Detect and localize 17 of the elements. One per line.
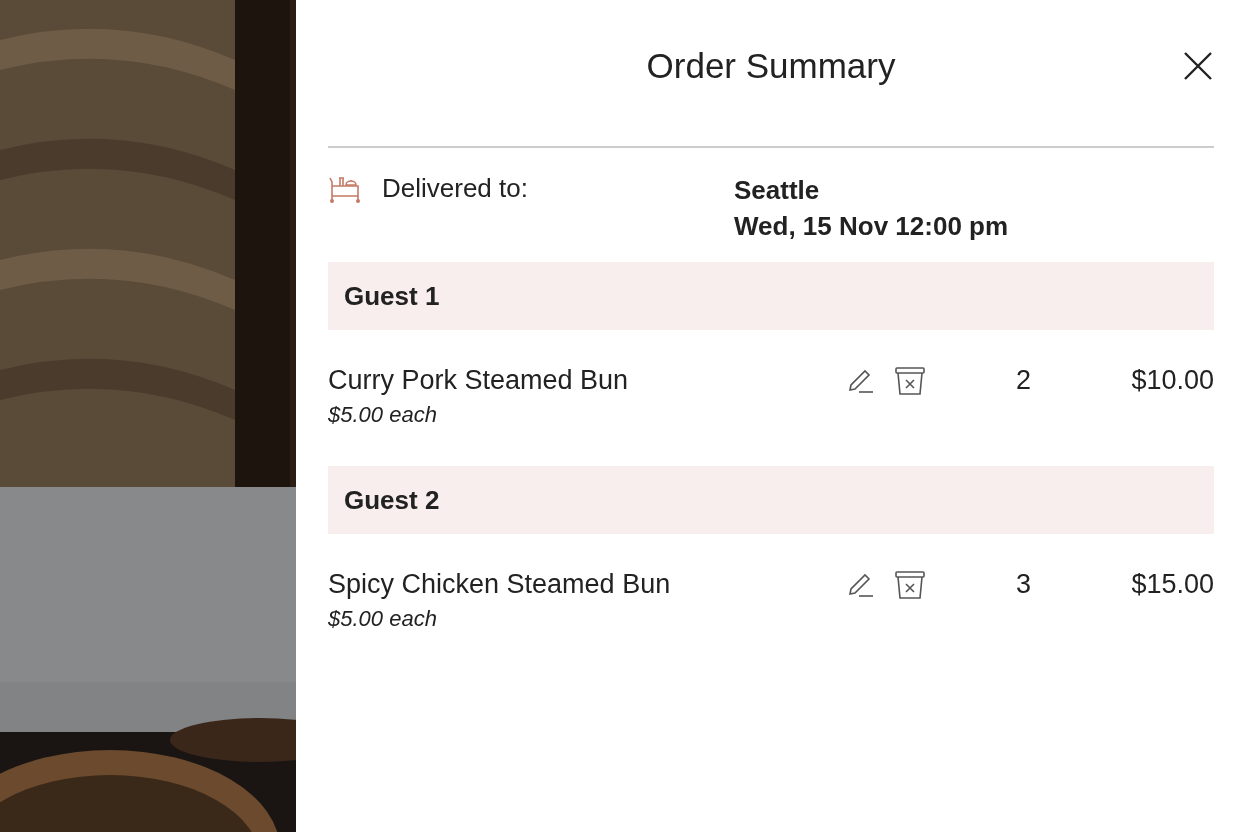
delivery-location: Seattle [734,174,821,207]
delivery-time: Wed, 15 Nov 12:00 pm [734,210,1009,243]
delete-icon[interactable] [894,366,926,396]
panel-title: Order Summary [646,46,896,86]
delivered-label: Delivered to: [382,172,528,204]
unit-price: $5.00 each [328,401,438,429]
close-icon[interactable] [1182,50,1214,82]
item-total: $10.00 [1130,364,1214,397]
guest-name: Guest 2 [344,484,440,516]
delete-icon[interactable] [894,570,926,600]
item-name: Spicy Chicken Steamed Bun [328,568,672,601]
item-total: $15.00 [1130,568,1214,601]
item-name: Curry Pork Steamed Bun [328,364,630,397]
guest-name: Guest 1 [344,280,440,312]
item-quantity: 3 [1016,568,1033,601]
item-quantity: 2 [1016,364,1033,397]
unit-price: $5.00 each [328,605,438,633]
